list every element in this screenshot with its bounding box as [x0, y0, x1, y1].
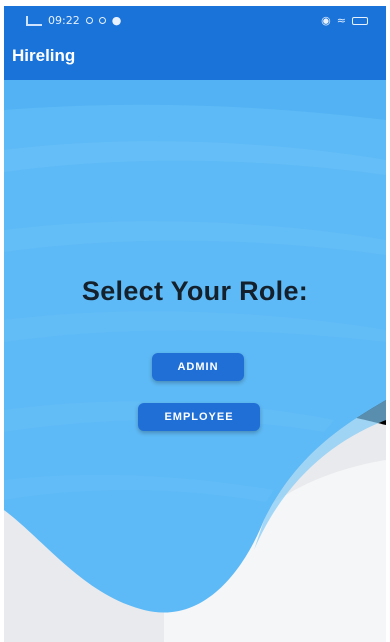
role-selection-screen: Select Your Role: ADMIN EMPLOYEE [4, 80, 386, 642]
app-bar: Hireling [4, 34, 386, 80]
phone-screen: 09:22 ● ◉ ≈ Hireling Select Your Role: A… [4, 6, 386, 642]
vibrate-icon: ◉ [321, 14, 331, 27]
status-right: ◉ ≈ [321, 14, 368, 27]
page-title: Select Your Role: [81, 276, 309, 306]
status-bar: 09:22 ● ◉ ≈ [4, 6, 386, 34]
signal-icon [26, 15, 42, 26]
wifi-icon: ≈ [336, 14, 346, 27]
app-title: Hireling [12, 46, 76, 65]
admin-button[interactable]: ADMIN [152, 353, 244, 381]
battery-icon [352, 16, 368, 25]
device-frame: 09:22 ● ◉ ≈ Hireling Select Your Role: A… [0, 0, 390, 642]
search-icon [98, 17, 106, 24]
status-time: 09:22 [48, 14, 80, 27]
location-icon [85, 17, 93, 24]
notification-icon: ● [111, 14, 122, 27]
status-left: 09:22 ● [26, 14, 121, 27]
employee-button[interactable]: EMPLOYEE [138, 403, 260, 431]
